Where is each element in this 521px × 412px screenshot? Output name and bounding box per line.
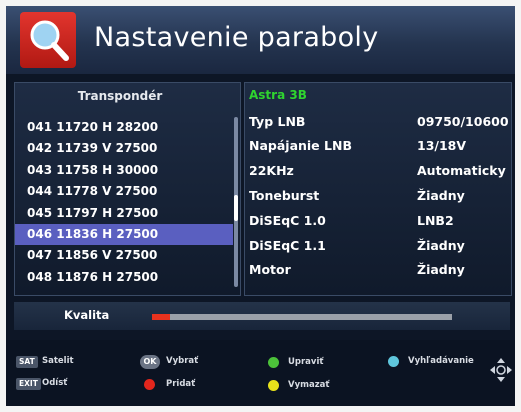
transponder-item-selected[interactable]: 046 11836 H 27500 — [15, 223, 233, 245]
ok-key-label: Vybrať — [166, 356, 199, 366]
transponder-item[interactable]: 048 11876 H 27500 — [15, 267, 233, 288]
setting-value: Žiadny — [417, 188, 465, 203]
sat-key-label: Satelit — [42, 356, 74, 366]
setting-label: DiSEqC 1.0 — [249, 213, 326, 228]
setting-label: 22KHz — [249, 163, 294, 178]
setting-value: Žiadny — [417, 262, 465, 277]
green-key-icon — [268, 357, 279, 368]
yellow-key-icon — [268, 380, 279, 391]
setting-label: DiSEqC 1.1 — [249, 238, 326, 253]
lnb-settings-panel: Astra 3B Typ LNB 09750/10600 Napájanie L… — [244, 82, 512, 296]
search-icon — [20, 12, 76, 68]
satellite-name: Astra 3B — [249, 88, 307, 102]
setting-row-motor[interactable]: Motor Žiadny — [249, 259, 507, 280]
setting-row-diseqc-1-1[interactable]: DiSEqC 1.1 Žiadny — [249, 235, 507, 256]
exit-key-label: Odísť — [42, 378, 68, 388]
transponder-item[interactable]: 041 11720 H 28200 — [15, 117, 233, 138]
setting-row-lnb-type[interactable]: Typ LNB 09750/10600 — [249, 111, 509, 132]
transponder-item[interactable]: 047 11856 V 27500 — [15, 245, 233, 266]
setting-label: Napájanie LNB — [249, 138, 352, 153]
blue-key-label: Vyhľadávanie — [408, 356, 474, 366]
green-key-label: Upraviť — [288, 357, 324, 367]
header-bar: Nastavenie paraboly — [6, 6, 515, 74]
exit-key: EXIT — [16, 378, 41, 390]
setting-value: 13/18V — [417, 138, 467, 153]
red-key-label: Pridať — [166, 379, 196, 389]
quality-meter — [152, 314, 452, 320]
dpad-navigation-icon — [490, 358, 512, 382]
setting-label: Typ LNB — [249, 114, 306, 129]
yellow-key-label: Vymazať — [288, 380, 330, 390]
transponder-item[interactable]: 042 11739 V 27500 — [15, 138, 233, 159]
setting-row-lnb-power[interactable]: Napájanie LNB 13/18V — [249, 135, 507, 156]
setting-value: Automaticky — [417, 163, 506, 178]
transponder-item[interactable]: 043 11758 H 30000 — [15, 160, 233, 181]
setting-value: 09750/10600 — [417, 114, 509, 129]
sat-key: SAT — [16, 356, 38, 368]
transponder-list[interactable]: 041 11720 H 28200 042 11739 V 27500 043 … — [15, 117, 233, 288]
setting-row-toneburst[interactable]: Toneburst Žiadny — [249, 185, 507, 206]
blue-key-icon — [388, 356, 399, 367]
quality-meter-fill — [152, 314, 170, 320]
quality-label: Kvalita — [64, 308, 110, 322]
transponder-item[interactable]: 045 11797 H 27500 — [15, 203, 233, 224]
transponder-item[interactable]: 044 11778 V 27500 — [15, 181, 233, 202]
setting-row-diseqc-1-0[interactable]: DiSEqC 1.0 LNB2 — [249, 210, 507, 231]
ok-key: OK — [140, 355, 160, 369]
page-title: Nastavenie paraboly — [94, 22, 379, 53]
key-legend: SAT Satelit EXIT Odísť OK Vybrať Pridať … — [6, 340, 515, 406]
transponder-list-header: Transpondér — [77, 89, 163, 103]
setting-label: Toneburst — [249, 188, 320, 203]
setting-label: Motor — [249, 262, 291, 277]
setting-row-22khz[interactable]: 22KHz Automaticky — [249, 160, 507, 181]
tv-screen: Nastavenie paraboly Transpondér 041 1172… — [6, 6, 515, 406]
setting-value: LNB2 — [417, 213, 454, 228]
setting-value: Žiadny — [417, 238, 465, 253]
signal-quality: Kvalita — [14, 302, 510, 330]
red-key-icon — [144, 379, 155, 390]
transponder-list-panel: Transpondér 041 11720 H 28200 042 11739 … — [14, 82, 241, 296]
list-scroll-thumb[interactable] — [234, 195, 238, 221]
